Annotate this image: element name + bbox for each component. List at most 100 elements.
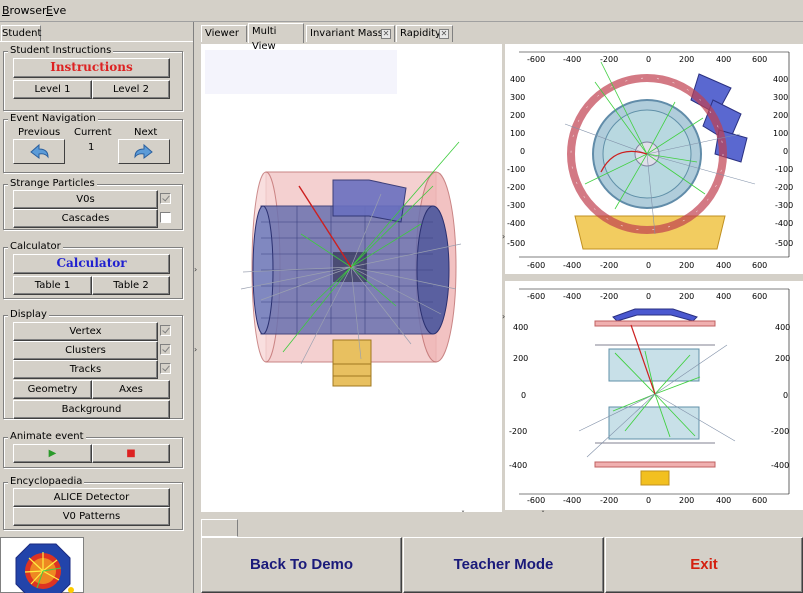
tick-label: 400 — [716, 261, 731, 270]
teacher-mode-button[interactable]: Teacher Mode — [403, 537, 604, 593]
tick-label: 0 — [646, 55, 651, 64]
tick-label: 200 — [773, 111, 788, 120]
background-button[interactable]: Background — [13, 400, 170, 419]
group-title: Encyclopaedia — [8, 476, 85, 488]
tick-label: -400 — [563, 292, 581, 301]
tick-label: 200 — [775, 354, 790, 363]
arrow-forward-icon — [134, 143, 153, 159]
arrow-back-icon — [30, 143, 49, 159]
tick-label: -200 — [600, 292, 618, 301]
current-event-number: 1 — [88, 142, 95, 153]
close-icon[interactable]: ✕ — [439, 29, 449, 39]
exit-button[interactable]: Exit — [605, 537, 803, 593]
tick-label: 600 — [752, 261, 767, 270]
bottom-tab[interactable] — [201, 519, 238, 537]
v0s-checkbox[interactable] — [160, 193, 171, 204]
tick-label: -400 — [563, 496, 581, 505]
clusters-checkbox[interactable] — [160, 344, 171, 355]
tracks-button[interactable]: Tracks — [13, 360, 158, 379]
geometry-button[interactable]: Geometry — [13, 380, 92, 399]
tick-label: -600 — [527, 292, 545, 301]
tick-label: -300 — [507, 201, 525, 210]
viewer-3d[interactable] — [201, 44, 502, 512]
tick-label: 200 — [679, 292, 694, 301]
table1-button[interactable]: Table 1 — [13, 276, 92, 295]
tick-label: 600 — [752, 292, 767, 301]
group-display: Display Vertex Clusters Tracks Geometry … — [3, 309, 183, 419]
clusters-button[interactable]: Clusters — [13, 341, 158, 360]
tick-label: -200 — [600, 496, 618, 505]
tick-label: -200 — [507, 183, 525, 192]
tick-label: -200 — [600, 261, 618, 270]
splitter-arrow-icon[interactable]: ˇ — [541, 510, 545, 519]
tab-viewer1[interactable]: Viewer 1 — [201, 25, 247, 54]
next-button[interactable] — [118, 139, 170, 164]
tick-label: -400 — [509, 461, 527, 470]
splitter-arrow-icon[interactable]: › — [194, 265, 197, 274]
back-to-demo-button[interactable]: Back To Demo — [201, 537, 402, 593]
tick-label: 0 — [521, 391, 526, 400]
v0s-button[interactable]: V0s — [13, 190, 158, 209]
splitter-arrow-icon[interactable]: › — [194, 345, 197, 354]
alice-logo — [0, 537, 84, 593]
vertex-button[interactable]: Vertex — [13, 322, 158, 341]
cascades-button[interactable]: Cascades — [13, 209, 158, 228]
tick-label: 400 — [775, 323, 790, 332]
tick-label: 600 — [752, 55, 767, 64]
cascades-checkbox[interactable] — [160, 212, 171, 223]
alice-logo-icon — [15, 543, 74, 593]
axes-button[interactable]: Axes — [92, 380, 170, 399]
tick-label: 200 — [679, 261, 694, 270]
viewer-rphi[interactable]: -600 -400 -200 0 200 400 600 -600 -400 -… — [505, 44, 803, 274]
tick-label: 200 — [679, 496, 694, 505]
group-title: Strange Particles — [8, 178, 97, 190]
tick-label: 200 — [679, 55, 694, 64]
splitter — [193, 22, 194, 593]
tick-label: -200 — [509, 427, 527, 436]
tick-label: 0 — [646, 292, 651, 301]
group-encyclopaedia: Encyclopaedia ALICE Detector V0 Patterns — [3, 476, 183, 530]
tick-label: 600 — [752, 496, 767, 505]
group-title: Student Instructions — [8, 45, 114, 57]
tick-label: -300 — [775, 201, 793, 210]
alice-detector-button[interactable]: ALICE Detector — [13, 488, 170, 507]
table2-button[interactable]: Table 2 — [92, 276, 170, 295]
tick-label: -100 — [775, 165, 793, 174]
tick-label: 0 — [783, 391, 788, 400]
stop-button[interactable]: ■ — [92, 444, 170, 463]
current-label: Current — [74, 127, 112, 138]
v0-patterns-button[interactable]: V0 Patterns — [13, 507, 170, 526]
splitter-arrow-icon[interactable]: ˇ — [461, 510, 465, 519]
calculator-button[interactable]: Calculator — [13, 254, 170, 274]
instructions-button[interactable]: Instructions — [13, 58, 170, 78]
previous-label: Previous — [18, 127, 61, 138]
menu-browser[interactable]: Browser — [2, 4, 47, 17]
tab-multi-view[interactable]: Multi View — [248, 23, 304, 52]
level1-button[interactable]: Level 1 — [13, 80, 92, 99]
tick-label: 400 — [773, 75, 788, 84]
tick-label: -500 — [507, 239, 525, 248]
menu-eve[interactable]: Eve — [46, 4, 66, 17]
level2-button[interactable]: Level 2 — [92, 80, 170, 99]
close-icon[interactable]: ✕ — [381, 29, 391, 39]
group-event-navigation: Event Navigation Previous Current Next 1 — [3, 113, 183, 173]
tick-label: -500 — [775, 239, 793, 248]
tab-invariant-mass[interactable]: Invariant Mass ✕ — [306, 25, 395, 42]
tab-rapidity[interactable]: Rapidity ✕ — [396, 25, 453, 42]
tick-label: 400 — [716, 292, 731, 301]
tick-label: -400 — [775, 219, 793, 228]
tick-label: -400 — [771, 461, 789, 470]
tab-student[interactable]: Student — [1, 25, 41, 42]
tracks-checkbox[interactable] — [160, 363, 171, 374]
group-title: Display — [8, 309, 49, 321]
tick-label: 100 — [510, 129, 525, 138]
play-button[interactable]: ▶ — [13, 444, 92, 463]
tick-label: 200 — [510, 111, 525, 120]
vertex-checkbox[interactable] — [160, 325, 171, 336]
tick-label: -400 — [563, 261, 581, 270]
viewer-rhoz[interactable]: -600 -400 -200 0 200 400 600 -600 -400 -… — [505, 281, 803, 510]
tick-label: -600 — [527, 55, 545, 64]
group-title: Calculator — [8, 241, 63, 253]
previous-button[interactable] — [13, 139, 65, 164]
tick-label: -100 — [507, 165, 525, 174]
